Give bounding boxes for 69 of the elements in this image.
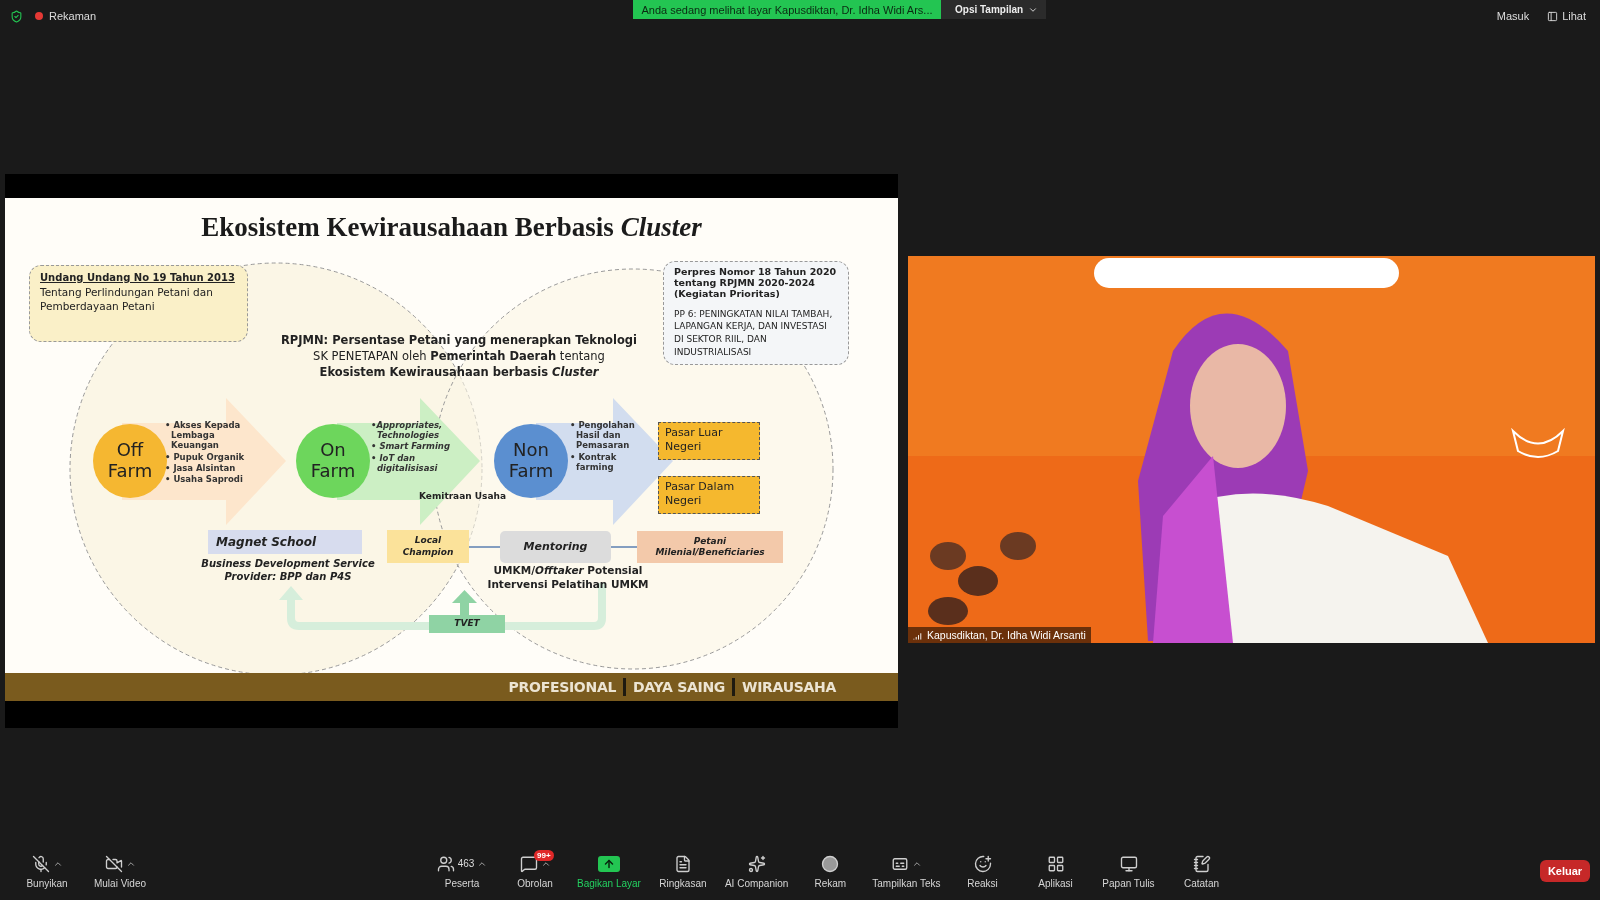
participants-button[interactable]: 463 Peserta bbox=[427, 852, 497, 889]
bullet-text: • Pengolahan Hasil dan Pemasaran bbox=[570, 420, 636, 451]
share-screen-icon bbox=[597, 855, 620, 872]
notes-button[interactable]: Catatan bbox=[1166, 852, 1237, 889]
smiley-icon bbox=[973, 854, 992, 873]
monitor-icon bbox=[1119, 854, 1138, 873]
slide-text: SK PENETAPAN oleh Pemerintah Daerah tentang bbox=[313, 349, 605, 363]
captions-button[interactable]: Tampilkan Teks bbox=[868, 852, 945, 889]
reactions-button[interactable]: Reaksi bbox=[947, 852, 1018, 889]
share-banner: Anda sedang melihat layar Kapusdiktan, Dr. Idha Widi Ars... bbox=[633, 0, 941, 19]
bullet-text: • Akses Kepada Lembaga Keuangan bbox=[165, 420, 242, 451]
mic-button[interactable]: Bunyikan bbox=[12, 852, 82, 889]
record-button[interactable]: Rekam bbox=[795, 852, 866, 889]
recording-indicator[interactable]: Rekaman bbox=[35, 10, 97, 22]
service-provider-text: Business Development Service Provider: BPP dan P4S bbox=[200, 557, 376, 583]
apps-button[interactable]: Aplikasi bbox=[1020, 852, 1091, 889]
partnership-label: Kemitraan Usaha bbox=[419, 491, 507, 503]
connector-line bbox=[610, 546, 638, 548]
note-heading: Perpres Nomor 18 Tahun 2020 tentang RPJMN 2020-2024 (Kegiatan Prioritas) bbox=[674, 267, 838, 300]
tagline-word: WIRAUSAHA bbox=[742, 679, 836, 695]
slide-title: Ekosistem Kewirausahaan Berbasis Cluster bbox=[200, 212, 703, 243]
note-text: Tentang Perlindungan Petani dan Pemberdayaan Petani bbox=[40, 284, 214, 314]
sign-in-button[interactable]: Masuk bbox=[1492, 8, 1534, 24]
market-box: Pasar Luar Negeri bbox=[658, 422, 760, 460]
view-button[interactable]: Lihat bbox=[1543, 8, 1590, 24]
bullet-text: • Smart Farming bbox=[371, 441, 451, 452]
note-heading: Undang Undang No 19 Tahun 2013 bbox=[40, 271, 236, 285]
notebook-icon bbox=[1192, 854, 1211, 873]
mentoring-box: Mentoring bbox=[500, 531, 611, 563]
market-box: Pasar Dalam Negeri bbox=[658, 476, 760, 514]
apps-icon bbox=[1046, 854, 1065, 873]
video-button[interactable]: Mulai Video bbox=[85, 852, 155, 889]
ai-button[interactable]: AI Companion bbox=[720, 852, 793, 889]
camera-off-icon bbox=[104, 854, 123, 873]
participant-name: Kapusdiktan, Dr. Idha Widi Arsanti bbox=[927, 629, 1086, 641]
document-icon bbox=[673, 854, 692, 873]
bullet-text: • Kontrak farming bbox=[570, 451, 618, 472]
record-icon bbox=[821, 854, 840, 873]
magnet-school-box: Magnet School bbox=[208, 530, 362, 554]
panel-icon bbox=[1547, 10, 1559, 22]
tvet-box: TVET bbox=[429, 615, 505, 633]
bullet-text: • Jasa Alsintan bbox=[165, 462, 237, 473]
bullet-text: •Appropriates, Technologies bbox=[371, 420, 444, 441]
slide-text: RPJMN: Persentase Petani yang menerapkan Teknologi bbox=[280, 333, 638, 347]
connector-line bbox=[468, 546, 501, 548]
bullet-text: • IoT dan digitalisisasi bbox=[371, 452, 439, 473]
bullet-text: • Usaha Saprodi bbox=[165, 473, 244, 485]
participant-count: 463 bbox=[457, 858, 475, 869]
slide-text: Ekosistem Kewirausahaan berbasis Cluster bbox=[319, 365, 599, 379]
chat-button[interactable]: Obrolan 99+ bbox=[500, 852, 570, 889]
chat-icon bbox=[519, 854, 538, 873]
people-icon bbox=[436, 854, 455, 873]
share-button[interactable]: Bagikan Layar bbox=[573, 852, 645, 889]
local-champion-box: Local Champion bbox=[387, 530, 469, 563]
unread-badge: 99+ bbox=[534, 849, 554, 861]
up-arrow bbox=[452, 590, 477, 616]
note-text: PP 6: PENINGKATAN NILAI TAMBAH, LAPANGAN KERJA, DAN INVESTASI DI SEKTOR RIIL, DAN INDUSTRIALISASI bbox=[674, 307, 834, 359]
umkm-text: UMKM/Offtaker Potensial Intervensi Pelatihan UMKM bbox=[486, 564, 650, 592]
sparkle-icon bbox=[747, 854, 766, 873]
summary-button[interactable]: Ringkasan bbox=[647, 852, 718, 889]
whiteboard-button[interactable]: Papan Tulis bbox=[1093, 852, 1164, 889]
view-options-button[interactable]: Opsi Tampilan bbox=[941, 0, 1046, 19]
tagline-word: PROFESIONAL bbox=[508, 679, 617, 695]
beneficiaries-box: Petani Milenial/Beneficiaries bbox=[637, 531, 783, 563]
bullet-text: • Pupuk Organik bbox=[165, 451, 246, 462]
shield-icon bbox=[10, 9, 23, 23]
tagline-word: DAYA SAING bbox=[633, 679, 725, 695]
leave-button[interactable]: Keluar bbox=[1540, 859, 1590, 882]
mic-muted-icon bbox=[31, 854, 50, 873]
